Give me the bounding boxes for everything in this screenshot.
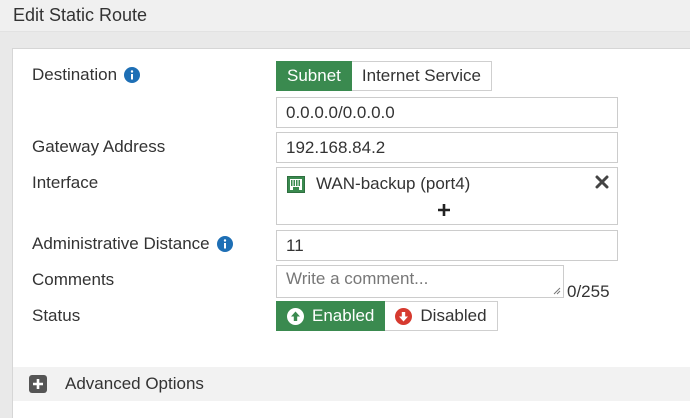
comments-textarea[interactable]: Write a comment... (276, 265, 564, 298)
destination-type-toggle: Subnet Internet Service (276, 61, 492, 91)
gateway-address-input[interactable]: 192.168.84.2 (276, 132, 618, 163)
arrow-up-circle-icon (287, 307, 304, 325)
dialog-title-bar: Edit Static Route (0, 0, 690, 32)
status-label: Status (32, 306, 81, 325)
destination-subnet-input[interactable]: 0.0.0.0/0.0.0.0 (276, 97, 618, 128)
plus-icon[interactable] (437, 203, 451, 217)
interface-entry: WAN-backup (port4) (287, 174, 470, 194)
advanced-options-label: Advanced Options (65, 374, 204, 393)
close-icon[interactable] (595, 175, 609, 189)
interface-label: Interface (32, 173, 99, 192)
dialog-title: Edit Static Route (13, 5, 148, 25)
plus-square-icon (29, 375, 47, 393)
status-disabled-option[interactable]: Disabled (385, 301, 498, 331)
info-icon[interactable] (124, 67, 141, 83)
interface-name: WAN-backup (port4) (316, 174, 471, 193)
info-icon[interactable] (216, 236, 233, 252)
status-enabled-option[interactable]: Enabled (276, 301, 386, 331)
comments-char-counter: 0/255 (567, 282, 610, 301)
comments-label: Comments (32, 270, 115, 289)
gateway-label: Gateway Address (32, 137, 166, 156)
status-toggle: Enabled Disabled (276, 301, 498, 331)
comments-placeholder: Write a comment... (286, 269, 429, 288)
admin-distance-input[interactable]: 11 (276, 230, 618, 261)
destination-label: Destination (32, 65, 141, 85)
destination-subnet-option[interactable]: Subnet (276, 61, 352, 91)
ethernet-port-icon (287, 175, 305, 193)
arrow-down-circle-icon (395, 307, 413, 325)
admin-distance-label: Administrative Distance (32, 234, 233, 254)
resize-grip-icon[interactable] (552, 286, 561, 295)
interface-selector[interactable]: WAN-backup (port4) (276, 167, 618, 225)
destination-internet-service-option[interactable]: Internet Service (351, 61, 492, 91)
advanced-options-bar[interactable]: Advanced Options (13, 367, 690, 401)
form-panel: Destination Subnet Internet Service 0.0.… (12, 48, 690, 418)
